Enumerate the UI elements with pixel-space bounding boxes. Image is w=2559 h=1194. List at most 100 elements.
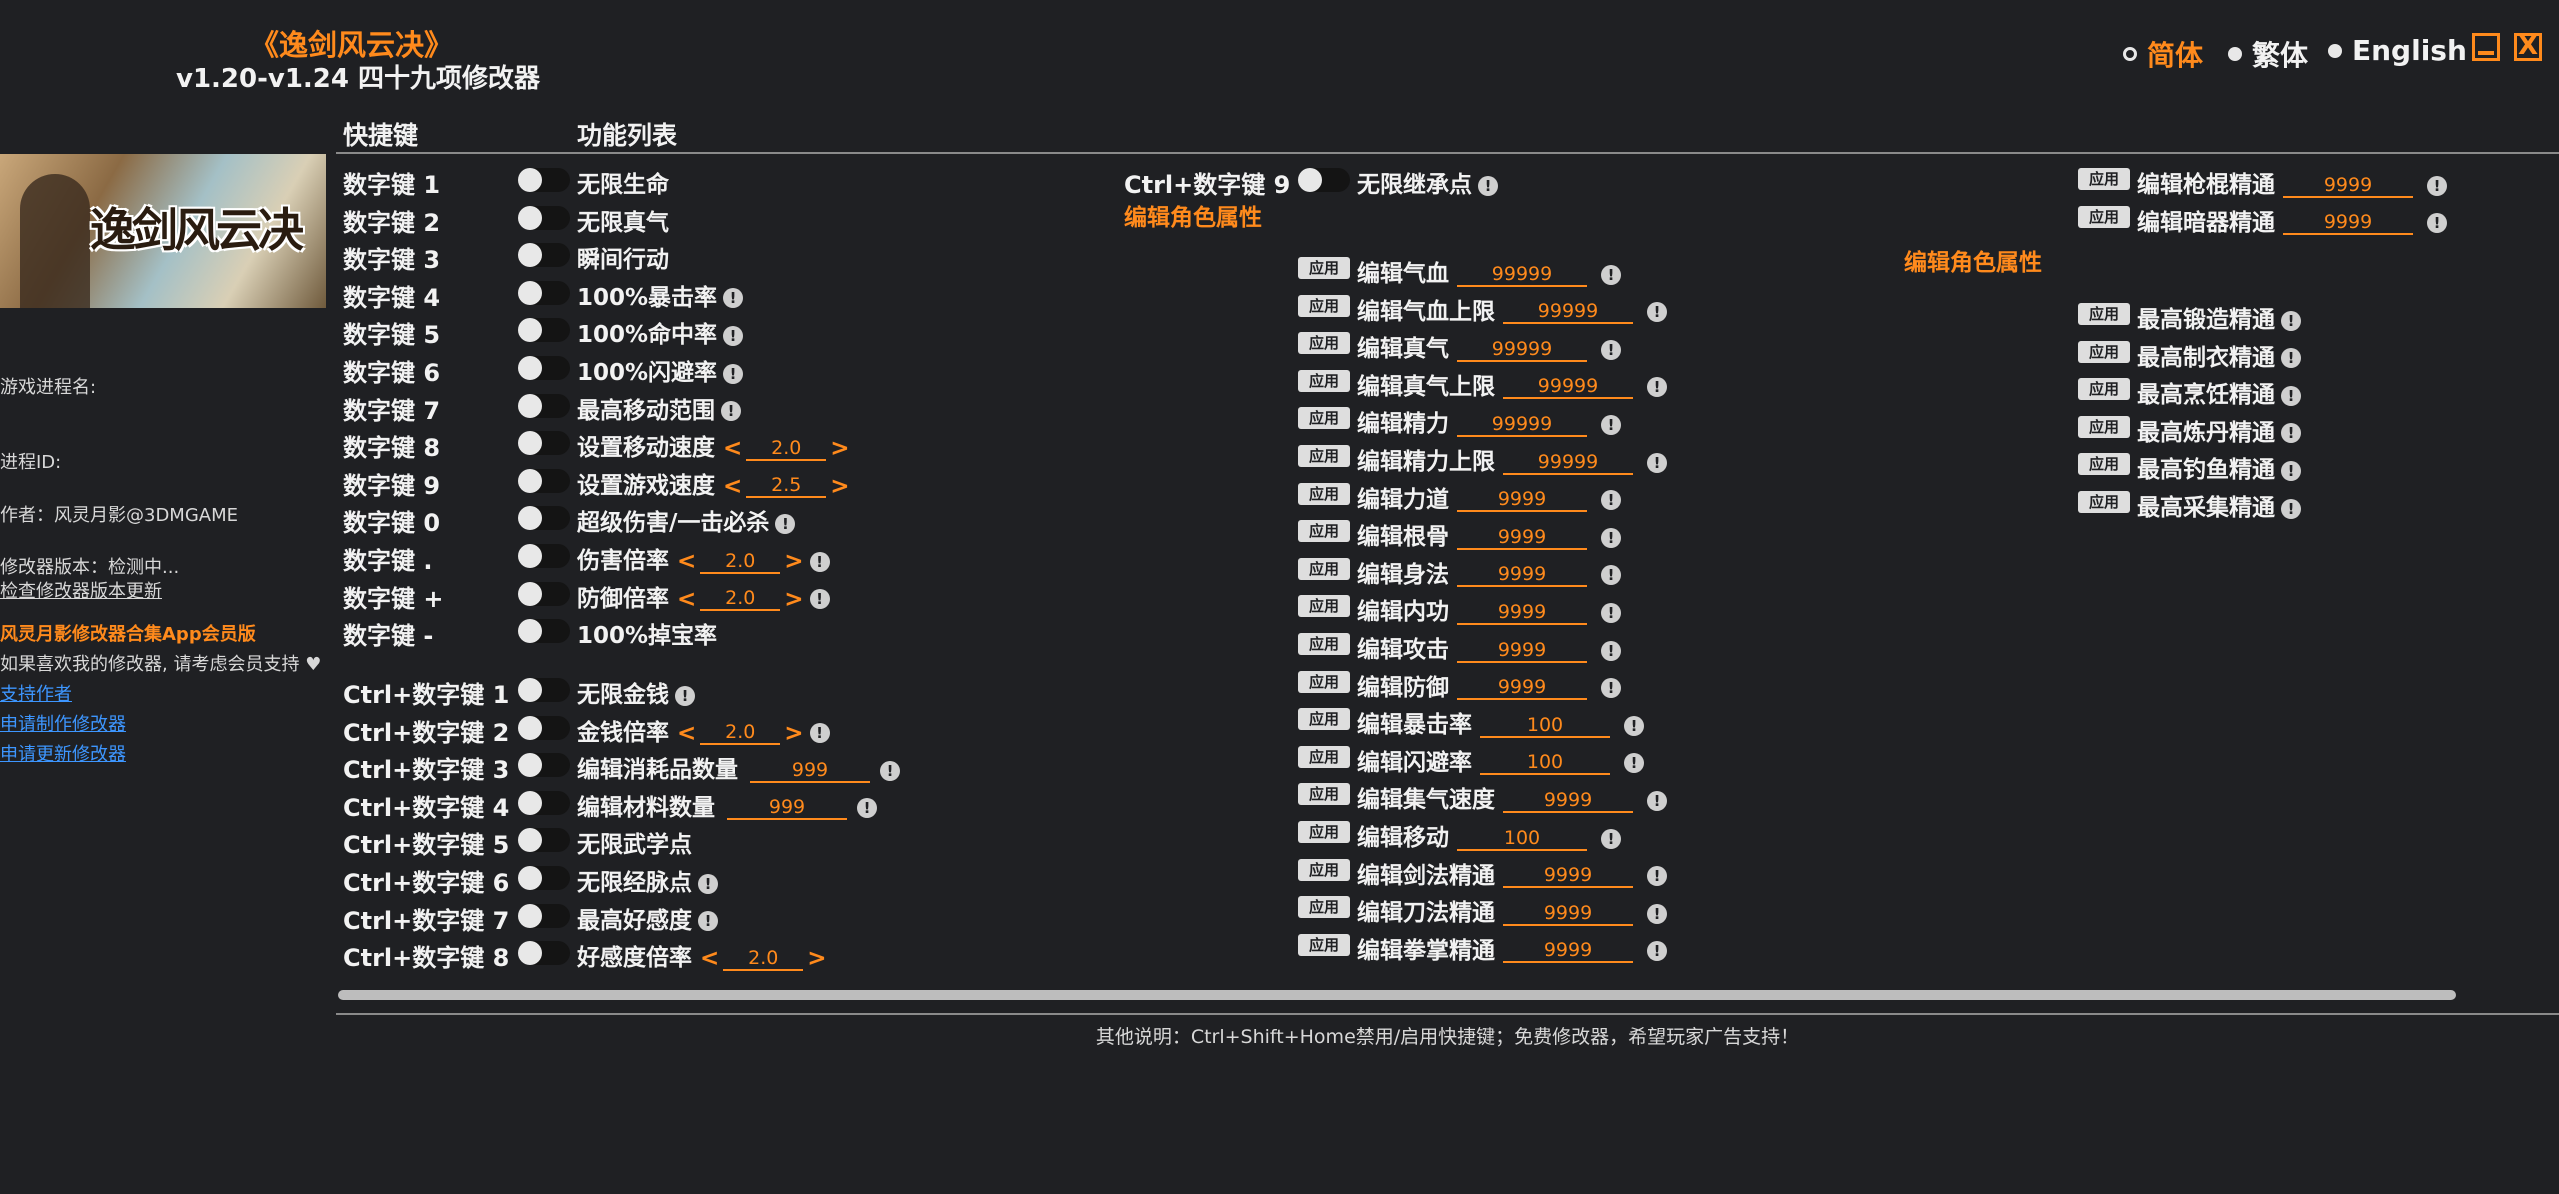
feature-toggle[interactable] [518,318,570,343]
request-trainer-link[interactable]: 申请制作修改器 [0,710,126,736]
apply-button[interactable]: 应用 [1298,332,1350,355]
feature-toggle[interactable] [518,243,570,268]
info-icon[interactable]: ! [721,401,741,422]
value-input[interactable]: 9999 [1503,789,1633,813]
info-icon[interactable]: ! [698,873,718,894]
apply-button[interactable]: 应用 [1298,557,1350,580]
feature-toggle[interactable] [1298,168,1350,192]
increase-arrow-icon[interactable]: > [807,946,826,972]
info-icon[interactable]: ! [1601,339,1621,360]
apply-button[interactable]: 应用 [1298,445,1350,467]
value-input[interactable]: 9999 [2283,211,2413,236]
lang-traditional[interactable]: 繁体 [2228,34,2308,74]
decrease-arrow-icon[interactable]: < [669,586,696,612]
feature-toggle[interactable] [518,619,570,644]
info-icon[interactable]: ! [2281,385,2301,406]
lang-simplified[interactable]: 简体 [2123,34,2203,74]
value-input[interactable]: 100 [1480,751,1610,776]
info-icon[interactable]: ! [2281,498,2301,519]
apply-button[interactable]: 应用 [1298,520,1350,543]
info-icon[interactable]: ! [1601,527,1621,548]
request-update-link[interactable]: 申请更新修改器 [0,740,126,766]
apply-button[interactable]: 应用 [2078,453,2130,476]
value-input[interactable]: 9999 [1457,526,1587,550]
apply-button[interactable]: 应用 [2078,378,2130,401]
apply-button[interactable]: 应用 [1298,708,1350,731]
value-input[interactable]: 9999 [1457,676,1587,701]
value-input[interactable]: 99999 [1457,413,1587,437]
value-input[interactable]: 99999 [1503,375,1633,400]
value-input[interactable]: 9999 [1457,601,1587,625]
feature-toggle[interactable] [518,903,570,928]
value-input[interactable]: 2.0 [700,587,781,612]
apply-button[interactable]: 应用 [1298,745,1350,768]
value-input[interactable]: 100 [1480,714,1610,738]
info-icon[interactable]: ! [2281,310,2301,331]
apply-button[interactable]: 应用 [1298,294,1350,317]
apply-button[interactable]: 应用 [2078,340,2130,363]
info-icon[interactable]: ! [723,288,744,309]
value-input[interactable]: 2.0 [746,437,827,461]
decrease-arrow-icon[interactable]: < [669,720,696,746]
value-input[interactable]: 9999 [1503,939,1633,964]
horizontal-scrollbar[interactable] [338,990,2456,1000]
info-icon[interactable]: ! [1601,640,1621,661]
info-icon[interactable]: ! [1601,678,1621,699]
value-input[interactable]: 999 [750,759,871,783]
info-icon[interactable]: ! [675,685,695,706]
info-icon[interactable]: ! [809,551,830,572]
apply-button[interactable]: 应用 [1298,633,1350,655]
info-icon[interactable]: ! [775,513,796,534]
apply-button[interactable]: 应用 [1298,369,1350,392]
info-icon[interactable]: ! [2281,460,2301,481]
minimize-button[interactable] [2472,33,2500,61]
increase-arrow-icon[interactable]: > [830,436,849,462]
info-icon[interactable]: ! [1647,866,1667,887]
feature-toggle[interactable] [518,168,570,192]
info-icon[interactable]: ! [1647,903,1667,924]
apply-button[interactable]: 应用 [1298,821,1350,843]
feature-toggle[interactable] [518,715,570,740]
feature-toggle[interactable] [518,581,570,606]
value-input[interactable]: 2.0 [700,721,781,746]
feature-toggle[interactable] [518,506,570,531]
increase-arrow-icon[interactable]: > [830,473,849,499]
increase-arrow-icon[interactable]: > [784,549,803,575]
value-input[interactable]: 2.0 [700,550,781,574]
apply-button[interactable]: 应用 [1298,407,1350,430]
info-icon[interactable]: ! [1601,264,1621,285]
apply-button[interactable]: 应用 [2078,303,2130,325]
increase-arrow-icon[interactable]: > [784,720,803,746]
apply-button[interactable]: 应用 [2078,205,2130,228]
value-input[interactable]: 99999 [1503,451,1633,475]
value-input[interactable]: 2.0 [723,947,804,971]
apply-button[interactable]: 应用 [1298,257,1350,279]
radio-selected-icon[interactable] [2123,47,2137,61]
feature-toggle[interactable] [518,393,570,418]
decrease-arrow-icon[interactable]: < [715,436,742,462]
info-icon[interactable]: ! [1647,377,1667,398]
info-icon[interactable]: ! [2281,423,2301,444]
value-input[interactable]: 99999 [1457,338,1587,362]
value-input[interactable]: 99999 [1503,300,1633,325]
value-input[interactable]: 2.5 [746,474,827,499]
info-icon[interactable]: ! [2427,213,2447,234]
check-update-link[interactable]: 检查修改器版本更新 [0,577,162,603]
apply-button[interactable]: 应用 [2078,415,2130,438]
info-icon[interactable]: ! [1624,715,1644,736]
info-icon[interactable]: ! [698,911,718,932]
feature-toggle[interactable] [518,678,570,702]
info-icon[interactable]: ! [1624,753,1644,774]
feature-toggle[interactable] [518,431,570,456]
info-icon[interactable]: ! [1601,828,1621,849]
support-author-link[interactable]: 支持作者 [0,680,72,706]
close-button[interactable]: X [2514,33,2542,61]
info-icon[interactable]: ! [723,325,744,346]
feature-toggle[interactable] [518,544,570,568]
info-icon[interactable]: ! [1601,602,1621,623]
info-icon[interactable]: ! [1647,790,1667,811]
apply-button[interactable]: 应用 [1298,933,1350,956]
info-icon[interactable]: ! [857,798,878,819]
info-icon[interactable]: ! [2281,348,2301,369]
vip-link[interactable]: 风灵月影修改器合集App会员版 [0,620,256,646]
